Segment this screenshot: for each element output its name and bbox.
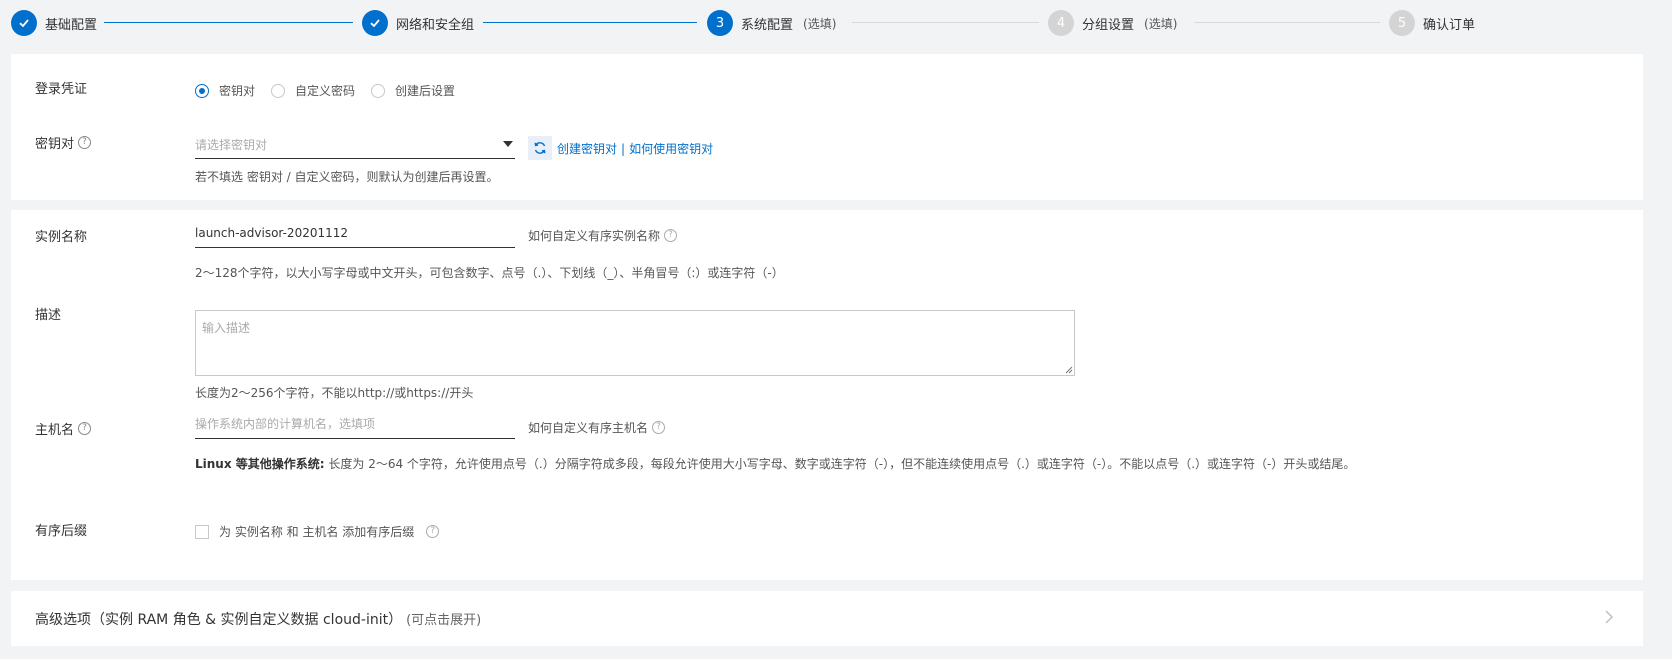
step-label: 系统配置: [741, 17, 794, 33]
step-5[interactable]: 5 确认订单: [1389, 10, 1475, 36]
step-number: 3: [707, 10, 733, 36]
step-connector: [852, 22, 1039, 23]
step-number: 4: [1048, 10, 1074, 36]
hostname-input[interactable]: [195, 409, 515, 439]
refresh-button[interactable]: [528, 136, 552, 160]
radio-set-later[interactable]: 创建后设置: [371, 82, 455, 99]
step-2[interactable]: 网络和安全组: [362, 10, 474, 36]
keypair-select[interactable]: 请选择密钥对: [195, 129, 515, 159]
help-icon[interactable]: ?: [652, 421, 666, 434]
keypair-label: 密钥对 ?: [35, 133, 92, 152]
hostname-hint: Linux 等其他操作系统: 长度为 2～64 个字符，允许使用点号（.）分隔字…: [195, 457, 1356, 471]
suffix-checkbox[interactable]: [195, 524, 209, 539]
step-label: 基础配置: [45, 17, 98, 33]
resize-grip-icon[interactable]: [1063, 364, 1073, 374]
radio-icon[interactable]: [371, 83, 386, 98]
hostname-label: 主机名 ?: [35, 419, 92, 438]
login-label: 登录凭证: [35, 82, 88, 97]
step-optional: (选填): [803, 16, 837, 31]
radio-custom-password[interactable]: 自定义密码: [271, 82, 355, 99]
step-label: 分组设置: [1082, 17, 1135, 33]
step-number: 5: [1389, 10, 1415, 36]
help-icon[interactable]: ?: [78, 136, 92, 149]
radio-icon[interactable]: [271, 83, 286, 98]
step-label: 网络和安全组: [396, 17, 475, 33]
chevron-right-icon[interactable]: [1603, 609, 1615, 625]
description-label: 描述: [35, 308, 62, 323]
instance-card: 实例名称 如何自定义有序实例名称 ? 2～128个字符，以大小写字母或中文开头，…: [11, 210, 1643, 580]
suffix-checkbox-row[interactable]: 为 实例名称 和 主机名 添加有序后缀 ?: [195, 523, 440, 540]
description-hint: 长度为2～256个字符，不能以http://或https://开头: [195, 386, 474, 400]
help-icon[interactable]: ?: [426, 525, 440, 538]
step-4[interactable]: 4 分组设置 (选填): [1048, 10, 1177, 36]
advanced-options-panel[interactable]: 高级选项（实例 RAM 角色 & 实例自定义数据 cloud-init） (可点击…: [11, 591, 1643, 646]
step-connector: [104, 22, 353, 23]
description-textarea[interactable]: [195, 310, 1075, 376]
instance-name-help-link[interactable]: 如何自定义有序实例名称 ?: [528, 227, 678, 244]
instance-name-hint: 2～128个字符，以大小写字母或中文开头，可包含数字、点号（.）、下划线（_）、…: [195, 266, 784, 280]
hostname-help-link[interactable]: 如何自定义有序主机名 ?: [528, 419, 666, 436]
step-3[interactable]: 3 系统配置 (选填): [707, 10, 836, 36]
step-connector: [1194, 22, 1380, 23]
check-icon: [11, 10, 37, 36]
radio-keypair[interactable]: 密钥对: [195, 82, 255, 99]
login-radio-group: 密钥对 自定义密码 创建后设置: [195, 82, 471, 99]
help-icon[interactable]: ?: [664, 229, 678, 242]
step-connector: [483, 22, 697, 23]
keypair-hint: 若不填选 密钥对 / 自定义密码，则默认为创建后再设置。: [195, 170, 499, 184]
keypair-links: 创建密钥对 | 如何使用密钥对: [557, 142, 714, 156]
refresh-icon: [534, 142, 546, 154]
advanced-title: 高级选项（实例 RAM 角色 & 实例自定义数据 cloud-init） (可点击…: [35, 612, 482, 628]
suffix-label: 有序后缀: [35, 524, 88, 539]
check-icon: [362, 10, 388, 36]
howto-keypair-link[interactable]: 如何使用密钥对: [629, 142, 713, 156]
steps-bar: 基础配置 网络和安全组 3 系统配置 (选填) 4 分组设置 (选填) 5 确认…: [0, 0, 1672, 46]
login-card: 登录凭证 密钥对 自定义密码 创建后设置 密钥对 ? 请选择密钥对 创建密钥对 |…: [11, 54, 1643, 200]
instance-name-input[interactable]: [195, 218, 515, 248]
step-optional: (选填): [1144, 16, 1178, 31]
caret-down-icon: [503, 141, 513, 147]
step-label: 确认订单: [1423, 17, 1476, 33]
instance-name-label: 实例名称: [35, 230, 88, 245]
create-keypair-link[interactable]: 创建密钥对: [557, 142, 617, 156]
radio-checked-icon[interactable]: [195, 83, 209, 98]
help-icon[interactable]: ?: [78, 422, 92, 435]
step-1[interactable]: 基础配置: [11, 10, 97, 36]
